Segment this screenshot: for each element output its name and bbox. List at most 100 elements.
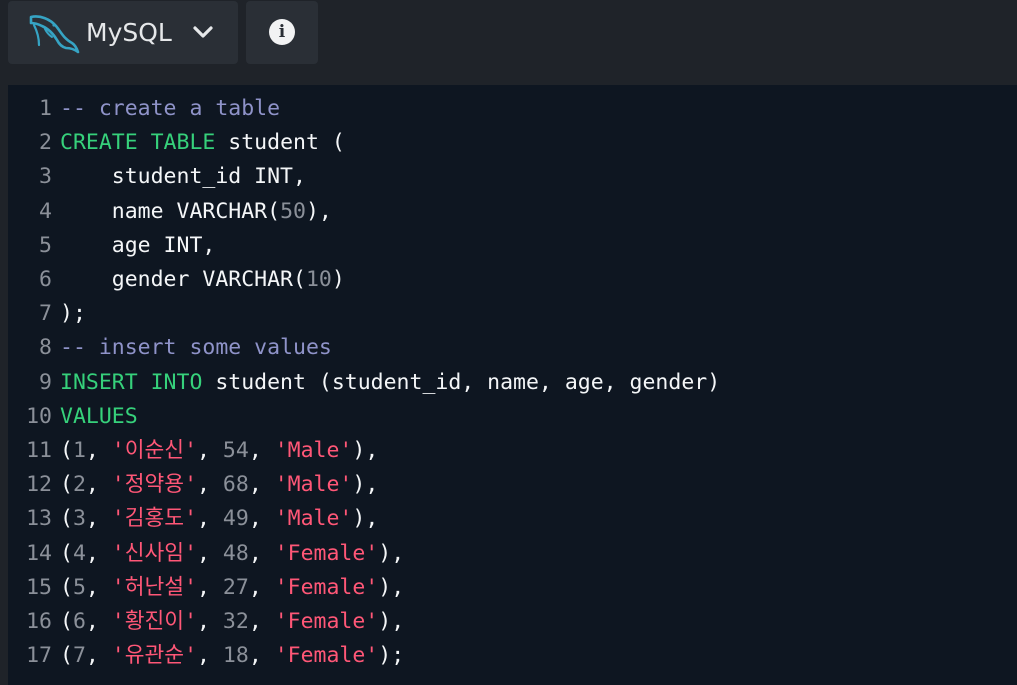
code-token: 'Male' bbox=[274, 506, 353, 532]
line-number: 7 bbox=[39, 301, 52, 327]
code-token: , bbox=[248, 609, 275, 634]
code-token: , bbox=[85, 609, 112, 634]
code-token: ); bbox=[378, 643, 405, 669]
code-token: , bbox=[197, 540, 223, 566]
code-line[interactable]: 9 INSERT INTO student (student_id, name, … bbox=[8, 366, 720, 400]
code-token: age INT, bbox=[60, 232, 216, 258]
code-token: 'Female' bbox=[274, 643, 379, 669]
code-token: 'Male' bbox=[274, 472, 353, 498]
code-token: , bbox=[248, 438, 275, 463]
code-line[interactable]: 2 CREATE TABLE student ( bbox=[8, 126, 345, 160]
code-text: -- insert some values bbox=[60, 331, 332, 365]
code-token: 'Female' bbox=[274, 574, 379, 600]
code-text: (5, '허난설', 27, 'Female'), bbox=[60, 571, 404, 605]
code-token: '유관순' bbox=[111, 643, 198, 669]
line-number: 17 bbox=[26, 643, 52, 669]
code-token: , bbox=[85, 472, 112, 498]
code-token: 'Female' bbox=[274, 540, 379, 566]
line-number: 1 bbox=[39, 96, 52, 121]
line-number: 9 bbox=[39, 369, 52, 395]
code-token: 10 bbox=[305, 267, 332, 292]
code-line[interactable]: 12 (2, '정약용', 68, 'Male'), bbox=[8, 468, 378, 502]
code-token: '정약용' bbox=[111, 472, 198, 498]
line-number: 15 bbox=[26, 574, 52, 600]
code-text: age INT, bbox=[60, 229, 216, 263]
code-line[interactable]: 6 gender VARCHAR(10) bbox=[8, 263, 345, 297]
code-token: ), bbox=[378, 574, 405, 600]
code-token: '황진이' bbox=[111, 609, 198, 634]
code-token: , bbox=[197, 472, 223, 498]
code-token: 4 bbox=[72, 540, 86, 566]
code-token: , bbox=[85, 506, 112, 532]
code-text: (4, '신사임', 48, 'Female'), bbox=[60, 537, 404, 571]
code-token: ) bbox=[331, 267, 345, 292]
line-number: 14 bbox=[26, 540, 52, 566]
code-text: (7, '유관순', 18, 'Female'); bbox=[60, 639, 404, 673]
code-line[interactable]: 11 (1, '이순신', 54, 'Male'), bbox=[8, 434, 378, 468]
code-text: name VARCHAR(50), bbox=[60, 195, 332, 229]
code-token: 18 bbox=[222, 643, 249, 669]
code-token: , bbox=[248, 506, 275, 532]
code-token: , bbox=[197, 643, 223, 669]
code-text: CREATE TABLE student ( bbox=[60, 126, 345, 160]
line-number: 8 bbox=[39, 335, 52, 361]
code-text: (6, '황진이', 32, 'Female'), bbox=[60, 605, 404, 639]
code-token: , bbox=[197, 574, 223, 600]
code-token: , bbox=[85, 643, 112, 669]
code-line[interactable]: 4 name VARCHAR(50), bbox=[8, 195, 332, 229]
code-token: , bbox=[85, 574, 112, 600]
line-number: 2 bbox=[39, 130, 52, 156]
code-token: VALUES bbox=[60, 403, 138, 429]
code-token: CREATE TABLE bbox=[60, 130, 216, 156]
code-token: ( bbox=[60, 472, 73, 498]
code-line[interactable]: 5 age INT, bbox=[8, 229, 215, 263]
code-token: ), bbox=[352, 506, 379, 532]
code-line[interactable]: 15 (5, '허난설', 27, 'Female'), bbox=[8, 571, 404, 605]
code-token: ( bbox=[60, 438, 73, 463]
code-line[interactable]: 7); bbox=[8, 297, 86, 331]
mysql-dolphin-icon bbox=[29, 15, 80, 54]
code-text: VALUES bbox=[60, 400, 138, 434]
code-token: '신사임' bbox=[111, 540, 198, 566]
code-token: ); bbox=[60, 301, 86, 327]
code-token: 6 bbox=[72, 609, 86, 634]
chevron-down-icon bbox=[193, 26, 213, 38]
info-button[interactable]: i bbox=[246, 1, 318, 64]
code-line[interactable]: 16 (6, '황진이', 32, 'Female'), bbox=[8, 605, 404, 639]
code-token: , bbox=[248, 472, 275, 498]
code-token: , bbox=[197, 438, 223, 463]
code-token: INSERT INTO bbox=[60, 369, 203, 395]
code-line[interactable]: 1 -- create a table bbox=[8, 92, 280, 126]
code-line[interactable]: 13 (3, '김홍도', 49, 'Male'), bbox=[8, 502, 378, 536]
database-select-dropdown[interactable]: MySQL bbox=[8, 1, 238, 64]
code-token: , bbox=[85, 438, 112, 463]
code-text: INSERT INTO student (student_id, name, a… bbox=[60, 366, 720, 400]
code-editor[interactable]: 1 -- create a table 2 CREATE TABLE student … bbox=[8, 85, 1017, 685]
code-line[interactable]: 8 -- insert some values bbox=[8, 331, 332, 365]
code-token: '허난설' bbox=[111, 574, 198, 600]
code-token: 7 bbox=[72, 643, 86, 669]
code-line[interactable]: 17 (7, '유관순', 18, 'Female'); bbox=[8, 639, 404, 673]
code-token: 1 bbox=[72, 438, 86, 463]
code-token: name VARCHAR( bbox=[60, 198, 281, 224]
code-token: 32 bbox=[222, 609, 249, 634]
code-token: ( bbox=[60, 609, 73, 634]
code-token: 'Male' bbox=[274, 438, 353, 463]
code-token: 50 bbox=[280, 198, 306, 224]
code-token: 49 bbox=[222, 506, 249, 532]
code-token: ), bbox=[352, 472, 379, 498]
code-text: (1, '이순신', 54, 'Male'), bbox=[60, 434, 378, 468]
code-line[interactable]: 3 student_id INT, bbox=[8, 160, 306, 194]
code-line[interactable]: 10 VALUES bbox=[8, 400, 138, 434]
code-token: ), bbox=[352, 438, 379, 463]
code-token: 'Female' bbox=[274, 609, 379, 634]
database-label: MySQL bbox=[86, 18, 172, 47]
code-token: , bbox=[248, 574, 275, 600]
line-number: 11 bbox=[26, 438, 52, 463]
code-token: student (student_id, name, age, gender) bbox=[202, 369, 721, 395]
code-token: gender VARCHAR( bbox=[60, 267, 306, 292]
code-token: 2 bbox=[72, 472, 86, 498]
code-line[interactable]: 14 (4, '신사임', 48, 'Female'), bbox=[8, 537, 404, 571]
code-token: ), bbox=[378, 540, 405, 566]
code-token: , bbox=[248, 643, 275, 669]
